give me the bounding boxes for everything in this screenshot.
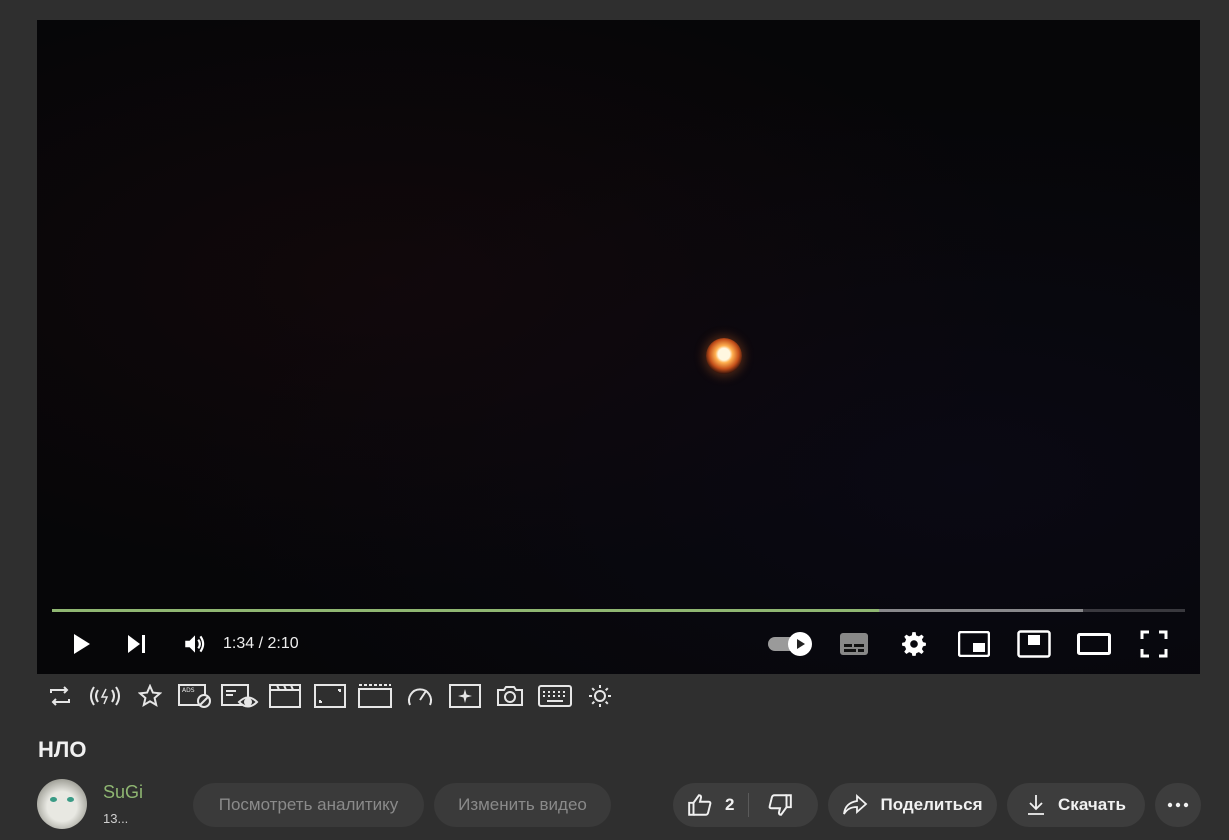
- miniplayer-icon: [958, 631, 990, 657]
- enhance-button[interactable]: [442, 676, 487, 716]
- view-count-icon: [220, 684, 258, 708]
- extension-toolbar: ADS: [37, 676, 622, 716]
- subscriber-count: 13...: [103, 811, 129, 826]
- download-button[interactable]: Скачать: [1007, 783, 1145, 827]
- clapperboard-button[interactable]: [262, 676, 307, 716]
- download-label: Скачать: [1058, 795, 1126, 814]
- miniplayer-button[interactable]: [950, 620, 998, 668]
- player-controls: 1:34 / 2:10: [37, 620, 1200, 668]
- theater-mode-icon: [1077, 633, 1111, 655]
- share-arrow-icon: [843, 794, 868, 815]
- keyboard-icon: [537, 685, 572, 707]
- speed-button[interactable]: [397, 676, 442, 716]
- like-dislike-group: 2: [673, 783, 818, 827]
- picture-in-picture-icon: [1017, 630, 1051, 658]
- time-display: 1:34 / 2:10: [223, 635, 299, 652]
- volume-icon: [185, 635, 205, 653]
- picture-in-picture-button[interactable]: [1010, 620, 1058, 668]
- autoplay-knob: [788, 632, 812, 656]
- next-button[interactable]: [113, 620, 161, 668]
- screenshot-camera-icon: [496, 686, 523, 706]
- play-button[interactable]: [57, 620, 105, 668]
- thumbs-down-icon: [769, 794, 793, 816]
- play-icon: [74, 634, 90, 654]
- subtitles-icon: [840, 633, 868, 655]
- screenshot-button[interactable]: [487, 676, 532, 716]
- share-label: Поделиться: [880, 795, 983, 814]
- subtitles-button[interactable]: [830, 620, 878, 668]
- avatar-eye-left: [50, 797, 57, 802]
- glowing-orb: [706, 338, 742, 374]
- loop-icon: [49, 686, 70, 706]
- like-count: 2: [725, 795, 735, 814]
- fullscreen-icon: [1140, 630, 1168, 658]
- view-analytics-label: Посмотреть аналитику: [218, 795, 399, 814]
- star-icon: [137, 684, 162, 708]
- loop-button[interactable]: [37, 676, 82, 716]
- aspect-ratio-button[interactable]: [307, 676, 352, 716]
- video-player[interactable]: 1:34 / 2:10: [37, 20, 1200, 674]
- extension-settings-button[interactable]: [577, 676, 622, 716]
- svg-text:ADS: ADS: [182, 687, 195, 694]
- channel-name[interactable]: SuGi: [103, 782, 143, 803]
- view-analytics-button[interactable]: Посмотреть аналитику: [193, 783, 424, 827]
- more-horiz-icon: [1167, 802, 1189, 808]
- fullscreen-button[interactable]: [1130, 620, 1178, 668]
- cinema-mode-icon: [357, 684, 392, 708]
- next-icon: [128, 635, 145, 653]
- video-title: НЛО: [38, 737, 87, 762]
- theater-mode-button[interactable]: [1070, 620, 1118, 668]
- avatar-eye-right: [67, 797, 74, 802]
- edit-video-button[interactable]: Изменить видео: [434, 783, 611, 827]
- cinema-mode-button[interactable]: [352, 676, 397, 716]
- star-button[interactable]: [127, 676, 172, 716]
- like-button[interactable]: 2: [673, 783, 748, 827]
- edit-video-label: Изменить видео: [458, 795, 587, 814]
- download-icon: [1028, 795, 1045, 815]
- volume-button[interactable]: [171, 620, 219, 668]
- share-button[interactable]: Поделиться: [828, 783, 997, 827]
- more-actions-button[interactable]: [1155, 783, 1201, 827]
- broadcast-icon: [89, 686, 120, 706]
- aspect-ratio-icon: [313, 684, 346, 708]
- view-count-button[interactable]: [217, 676, 262, 716]
- speedometer-icon: [407, 688, 432, 706]
- progress-bar[interactable]: [52, 609, 1185, 612]
- progress-played: [52, 609, 880, 612]
- video-frame[interactable]: [37, 20, 1200, 674]
- thumbs-up-icon: [688, 794, 712, 816]
- settings-sun-icon: [588, 685, 611, 707]
- broadcast-button[interactable]: [82, 676, 127, 716]
- settings-gear-icon: [902, 632, 926, 656]
- clapperboard-icon: [268, 684, 301, 708]
- keyboard-button[interactable]: [532, 676, 577, 716]
- ads-block-button[interactable]: ADS: [172, 676, 217, 716]
- avatar[interactable]: [37, 779, 87, 829]
- autoplay-toggle[interactable]: [768, 620, 814, 668]
- ads-block-icon: ADS: [177, 684, 211, 708]
- autoplay-play-icon: [797, 639, 805, 649]
- enhance-sparkle-icon: [448, 684, 481, 708]
- dislike-button[interactable]: [749, 783, 811, 827]
- settings-button[interactable]: [890, 620, 938, 668]
